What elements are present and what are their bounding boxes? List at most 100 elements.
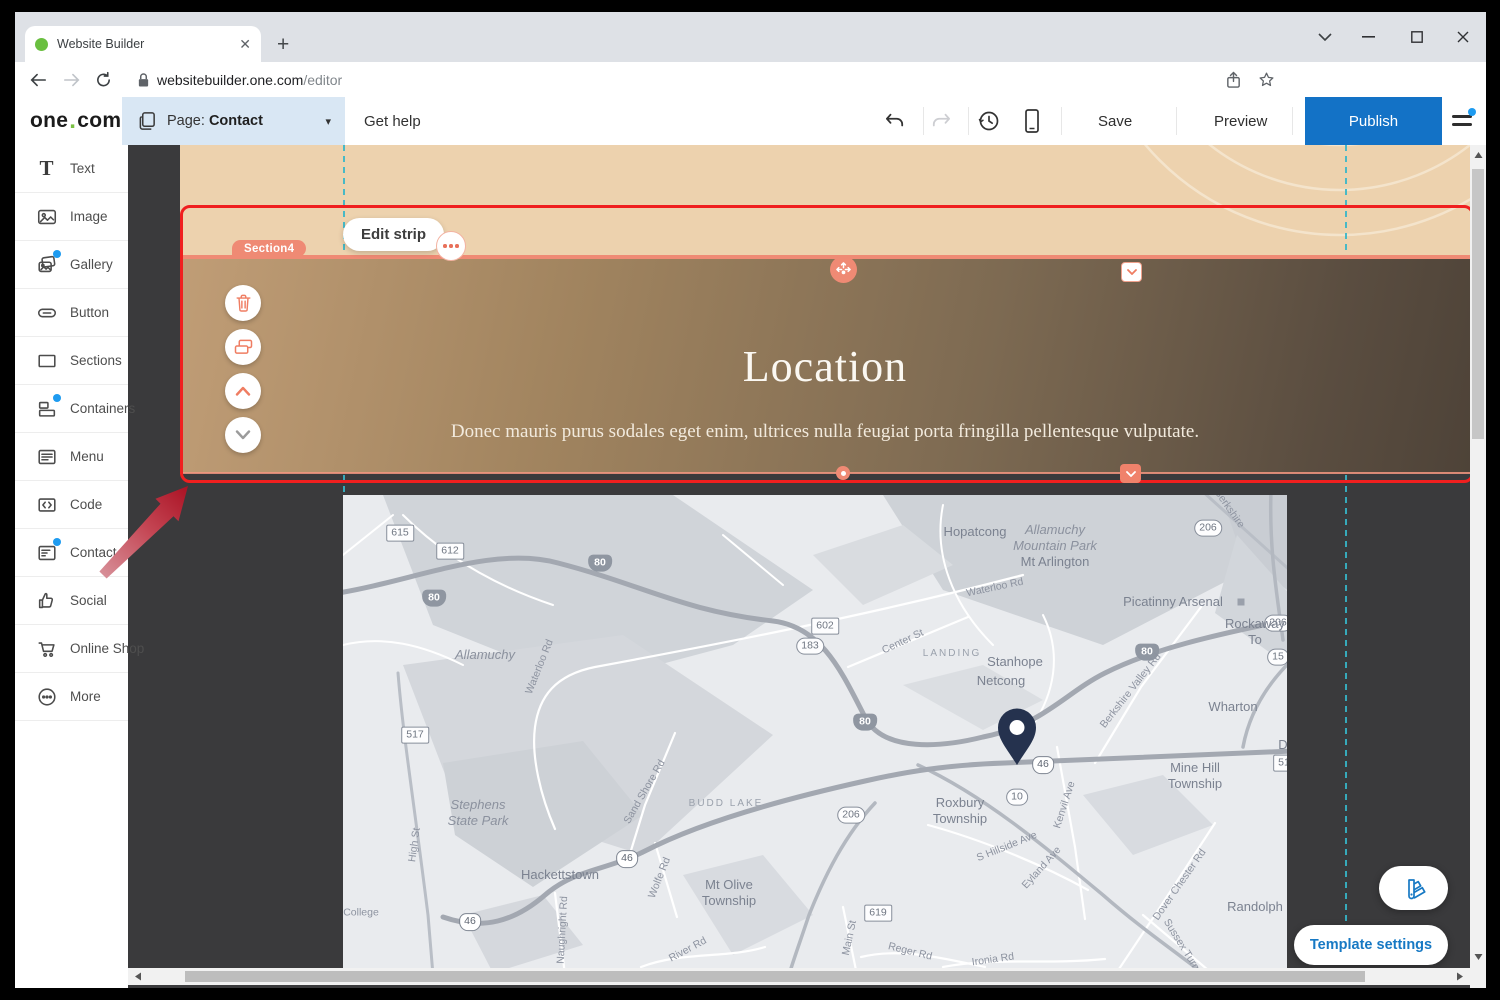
map-label: Hackettstown [521, 867, 599, 883]
one-com-logo[interactable]: one.com [30, 97, 121, 145]
publish-button[interactable]: Publish [1305, 97, 1442, 145]
sidebar-item-social[interactable]: Social [15, 577, 128, 625]
forward-button[interactable] [63, 72, 81, 88]
sidebar-item-containers[interactable]: Containers [15, 385, 128, 433]
url-domain: websitebuilder.one.com [157, 72, 303, 88]
route-badge: 602 [811, 618, 839, 635]
strip-drag-handle[interactable] [830, 256, 857, 283]
delete-section-button[interactable] [225, 285, 261, 321]
get-help-link[interactable]: Get help [364, 97, 421, 145]
route-badge: 206 [837, 807, 865, 824]
text-icon: T [35, 157, 58, 180]
duplicate-section-button[interactable] [225, 329, 261, 365]
menu-hamburger-button[interactable] [1452, 111, 1473, 131]
vertical-scroll-thumb[interactable] [1472, 169, 1484, 439]
thumbs-up-icon [35, 589, 58, 612]
map-label: Allamuchy Mountain Park [1013, 522, 1097, 555]
map-label: Stephens State Park [448, 797, 509, 830]
section-label: Section4 [232, 240, 306, 257]
save-button[interactable]: Save [1098, 97, 1132, 145]
map-label: Mt Arlington [1021, 554, 1090, 570]
sidebar-item-button[interactable]: Button [15, 289, 128, 337]
map-label: Rockaway To [1225, 616, 1285, 649]
route-badge: 619 [864, 905, 892, 922]
map-label: Wharton [1208, 699, 1257, 715]
tab-close-icon[interactable]: ✕ [239, 37, 251, 51]
strip-more-options-button[interactable] [436, 231, 466, 261]
route-badge: 10 [1006, 789, 1028, 806]
vertical-scrollbar[interactable] [1470, 145, 1486, 988]
mobile-preview-button[interactable] [1022, 108, 1042, 134]
map-label: Berkshire Valley Rd [1098, 651, 1165, 731]
browser-tab[interactable]: Website Builder ✕ [25, 26, 261, 62]
sidebar-item-text[interactable]: T Text [15, 145, 128, 193]
preview-button[interactable]: Preview [1214, 97, 1267, 145]
lock-icon [137, 72, 150, 87]
new-badge-dot [53, 538, 61, 546]
strip-collapse-button-bottom[interactable] [1120, 464, 1141, 483]
sidebar-item-code[interactable]: Code [15, 481, 128, 529]
style-palette-button[interactable] [1379, 866, 1448, 910]
reload-button[interactable] [95, 71, 112, 88]
route-badge: 15 [1267, 649, 1287, 666]
new-tab-button[interactable]: + [277, 34, 289, 55]
page-prefix: Page: [167, 113, 205, 129]
url-bar[interactable]: websitebuilder.one.com/editor [157, 72, 342, 88]
strip-divider [180, 255, 1470, 259]
shopping-cart-icon [35, 637, 58, 660]
map-label: Netcong [977, 673, 1025, 689]
bookmark-star-icon[interactable] [1258, 71, 1275, 88]
horizontal-scroll-thumb[interactable] [185, 971, 1365, 982]
horizontal-scrollbar[interactable] [128, 968, 1470, 985]
sidebar-item-contact[interactable]: Contact [15, 529, 128, 577]
map-label: Mine Hill Township [1168, 760, 1222, 793]
scroll-up-arrow[interactable] [1474, 151, 1483, 159]
back-button[interactable] [29, 72, 47, 88]
scroll-down-arrow[interactable] [1474, 953, 1483, 961]
page-selector[interactable]: Page: Contact ▾ [122, 97, 345, 145]
map-label: Main St [840, 919, 860, 957]
map-label: D [1278, 737, 1287, 753]
map-label: S Hillside Ave [975, 829, 1039, 865]
location-map[interactable]: 6156126025176195180808080206206206183151… [343, 495, 1287, 968]
more-ellipsis-icon [35, 685, 58, 708]
sidebar-item-menu[interactable]: Menu [15, 433, 128, 481]
undo-button[interactable] [884, 112, 906, 130]
scroll-right-arrow[interactable] [1456, 972, 1464, 981]
section-subtitle: Donec mauris purus sodales eget enim, ul… [180, 421, 1470, 443]
maximize-button[interactable] [1402, 24, 1432, 50]
url-path: /editor [303, 72, 342, 88]
route-badge: 51 [1273, 755, 1287, 772]
scroll-left-arrow[interactable] [134, 972, 142, 981]
move-section-down-button[interactable] [225, 417, 261, 453]
sidebar-item-gallery[interactable]: Gallery [15, 241, 128, 289]
tabstrip-chevron-icon[interactable] [1310, 24, 1340, 50]
map-label: Allamuchy [455, 647, 515, 663]
close-window-button[interactable] [1448, 24, 1478, 50]
move-section-up-button[interactable] [225, 373, 261, 409]
share-icon[interactable] [1225, 71, 1242, 89]
map-label: Eyland Ave [1020, 844, 1065, 892]
redo-button[interactable] [930, 112, 952, 130]
sidebar-item-online-shop[interactable]: Online Shop [15, 625, 128, 673]
sidebar-item-image[interactable]: Image [15, 193, 128, 241]
map-label: Waterloo Rd [523, 638, 557, 697]
pages-icon [138, 111, 157, 131]
strip-collapse-button-top[interactable] [1121, 262, 1142, 282]
history-button[interactable] [977, 109, 1001, 133]
strip-resize-handle[interactable] [836, 466, 850, 480]
template-settings-button[interactable]: Template settings [1294, 925, 1448, 965]
map-label: Dover Chester Rd [1151, 847, 1210, 923]
map-label: Sussex Turn [1160, 917, 1202, 968]
route-badge: 615 [386, 525, 414, 542]
sidebar-item-more[interactable]: More [15, 673, 128, 721]
map-label: Naughright Rd [555, 896, 572, 964]
sidebar-item-sections[interactable]: Sections [15, 337, 128, 385]
map-label: Wolfe Rd [646, 856, 674, 901]
edit-strip-button[interactable]: Edit strip [343, 218, 444, 251]
sections-icon [35, 349, 58, 372]
map-label: Stanhope [987, 654, 1043, 670]
minimize-button[interactable] [1353, 24, 1383, 50]
poi-marker [1238, 599, 1245, 606]
map-label: College [343, 906, 379, 919]
